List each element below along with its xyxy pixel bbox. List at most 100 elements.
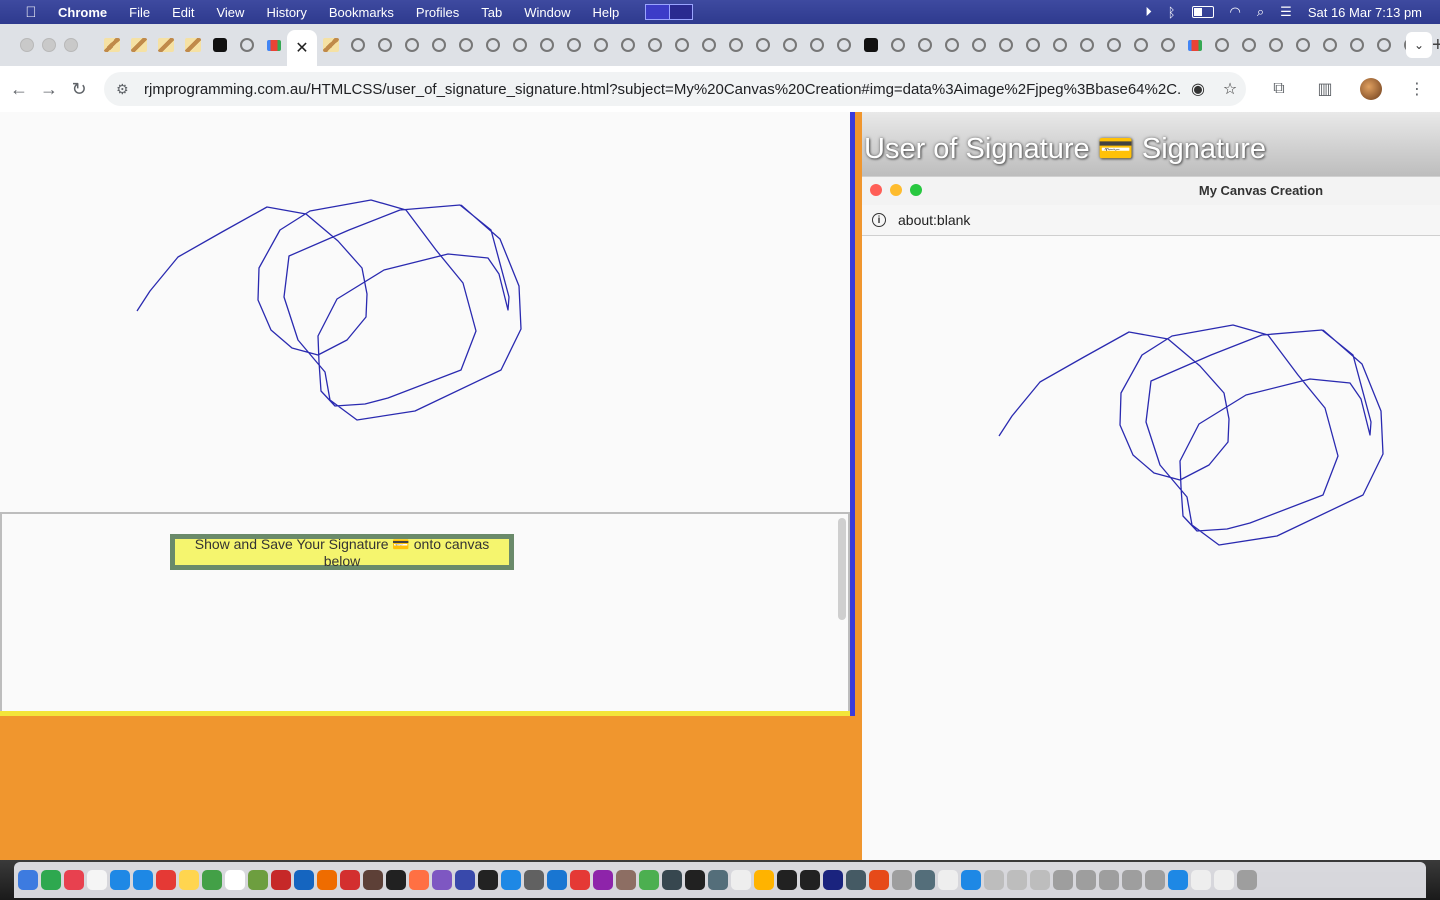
signature-canvas[interactable]: [0, 112, 850, 512]
orange-divider[interactable]: [855, 112, 862, 860]
browser-tab[interactable]: [425, 30, 452, 60]
dock-app-icon[interactable]: [110, 870, 130, 890]
dock-app-icon[interactable]: [984, 870, 1004, 890]
browser-tab[interactable]: [533, 30, 560, 60]
dock-app-icon[interactable]: [133, 870, 153, 890]
dock-app-icon[interactable]: [800, 870, 820, 890]
vertical-scrollbar[interactable]: [838, 518, 846, 620]
dock-app-icon[interactable]: [87, 870, 107, 890]
browser-tab[interactable]: [641, 30, 668, 60]
menu-edit[interactable]: Edit: [172, 5, 194, 20]
apple-icon[interactable]: : [22, 4, 40, 21]
dock-app-icon[interactable]: [823, 870, 843, 890]
browser-tab[interactable]: [1208, 30, 1235, 60]
browser-tab[interactable]: [317, 30, 344, 60]
browser-tab[interactable]: [1262, 30, 1289, 60]
dock-app-icon[interactable]: [156, 870, 176, 890]
dock-app-icon[interactable]: [1191, 870, 1211, 890]
browser-tab[interactable]: [1100, 30, 1127, 60]
browser-tab[interactable]: [776, 30, 803, 60]
dock-app-icon[interactable]: [869, 870, 889, 890]
menu-window[interactable]: Window: [524, 5, 570, 20]
dock-app-icon[interactable]: [892, 870, 912, 890]
browser-tab[interactable]: [179, 30, 206, 60]
zoom-window-icon[interactable]: [64, 38, 78, 52]
menu-history[interactable]: History: [266, 5, 306, 20]
browser-tab[interactable]: [695, 30, 722, 60]
dock-app-icon[interactable]: [294, 870, 314, 890]
play-icon[interactable]: ⏵: [1145, 4, 1152, 20]
profile-avatar[interactable]: [1360, 78, 1382, 100]
dock-app-icon[interactable]: [248, 870, 268, 890]
battery-icon[interactable]: [1191, 6, 1214, 18]
dock-app-icon[interactable]: [64, 870, 84, 890]
dock-app-icon[interactable]: [1145, 870, 1165, 890]
browser-tab[interactable]: [506, 30, 533, 60]
side-panel-icon[interactable]: ▥: [1302, 79, 1348, 99]
dock-app-icon[interactable]: [1099, 870, 1119, 890]
browser-tab[interactable]: [206, 30, 233, 60]
browser-tab[interactable]: [344, 30, 371, 60]
dock-app-icon[interactable]: [317, 870, 337, 890]
desktop-indicator[interactable]: [645, 4, 694, 20]
browser-tab[interactable]: [1316, 30, 1343, 60]
dock-app-icon[interactable]: [547, 870, 567, 890]
menu-file[interactable]: File: [129, 5, 150, 20]
browser-tab[interactable]: [452, 30, 479, 60]
dock-app-icon[interactable]: [455, 870, 475, 890]
show-and-save-signature-button[interactable]: Show and Save Your Signature 💳 onto canv…: [170, 534, 514, 570]
dock-app-icon[interactable]: [616, 870, 636, 890]
dock-app-icon[interactable]: [708, 870, 728, 890]
browser-tab[interactable]: [479, 30, 506, 60]
dock-app-icon[interactable]: [202, 870, 222, 890]
browser-tab[interactable]: [1370, 30, 1397, 60]
more-menu-icon[interactable]: ⋮: [1394, 79, 1440, 99]
dock-app-icon[interactable]: [1122, 870, 1142, 890]
browser-tab[interactable]: [1127, 30, 1154, 60]
browser-tab[interactable]: [587, 30, 614, 60]
dock-app-icon[interactable]: [271, 870, 291, 890]
browser-tab[interactable]: [98, 30, 125, 60]
close-tab-icon[interactable]: ✕: [295, 38, 308, 58]
dock-app-icon[interactable]: [915, 870, 935, 890]
reload-button[interactable]: ↻: [64, 79, 94, 100]
menu-bookmarks[interactable]: Bookmarks: [329, 5, 394, 20]
extensions-icon[interactable]: ⧉: [1256, 80, 1302, 98]
dock-app-icon[interactable]: [363, 870, 383, 890]
popup-url[interactable]: about:blank: [898, 212, 970, 228]
bookmark-star-icon[interactable]: ☆: [1214, 79, 1246, 99]
minimize-window-icon[interactable]: [42, 38, 56, 52]
browser-tab[interactable]: [749, 30, 776, 60]
dock-app-icon[interactable]: [961, 870, 981, 890]
dock-app-icon[interactable]: [1053, 870, 1073, 890]
browser-tab[interactable]: [260, 30, 287, 60]
dock-app-icon[interactable]: [1076, 870, 1096, 890]
dock-app-icon[interactable]: [685, 870, 705, 890]
menu-chrome[interactable]: Chrome: [58, 5, 107, 20]
browser-tab[interactable]: [965, 30, 992, 60]
browser-tab[interactable]: [1019, 30, 1046, 60]
address-bar[interactable]: ⚙ rjmprogramming.com.au/HTMLCSS/user_of_…: [104, 72, 1246, 106]
forward-button[interactable]: →: [34, 79, 64, 100]
browser-tab[interactable]: [614, 30, 641, 60]
dock-app-icon[interactable]: [938, 870, 958, 890]
browser-tab[interactable]: [1046, 30, 1073, 60]
dock-app-icon[interactable]: [639, 870, 659, 890]
bluetooth-icon[interactable]: ᛒ: [1168, 5, 1176, 20]
dock-app-icon[interactable]: [179, 870, 199, 890]
dock-app-icon[interactable]: [662, 870, 682, 890]
browser-tab[interactable]: [1181, 30, 1208, 60]
close-window-icon[interactable]: [20, 38, 34, 52]
wifi-icon[interactable]: ◠: [1230, 4, 1241, 20]
menu-tab[interactable]: Tab: [481, 5, 502, 20]
browser-tab[interactable]: [857, 30, 884, 60]
browser-tab[interactable]: [1289, 30, 1316, 60]
dock-app-icon[interactable]: [478, 870, 498, 890]
dock-app-icon[interactable]: [1168, 870, 1188, 890]
browser-tab[interactable]: [398, 30, 425, 60]
browser-tab[interactable]: [371, 30, 398, 60]
browser-tab[interactable]: [560, 30, 587, 60]
dock-app-icon[interactable]: [1030, 870, 1050, 890]
browser-tab[interactable]: [722, 30, 749, 60]
dock-app-icon[interactable]: [386, 870, 406, 890]
